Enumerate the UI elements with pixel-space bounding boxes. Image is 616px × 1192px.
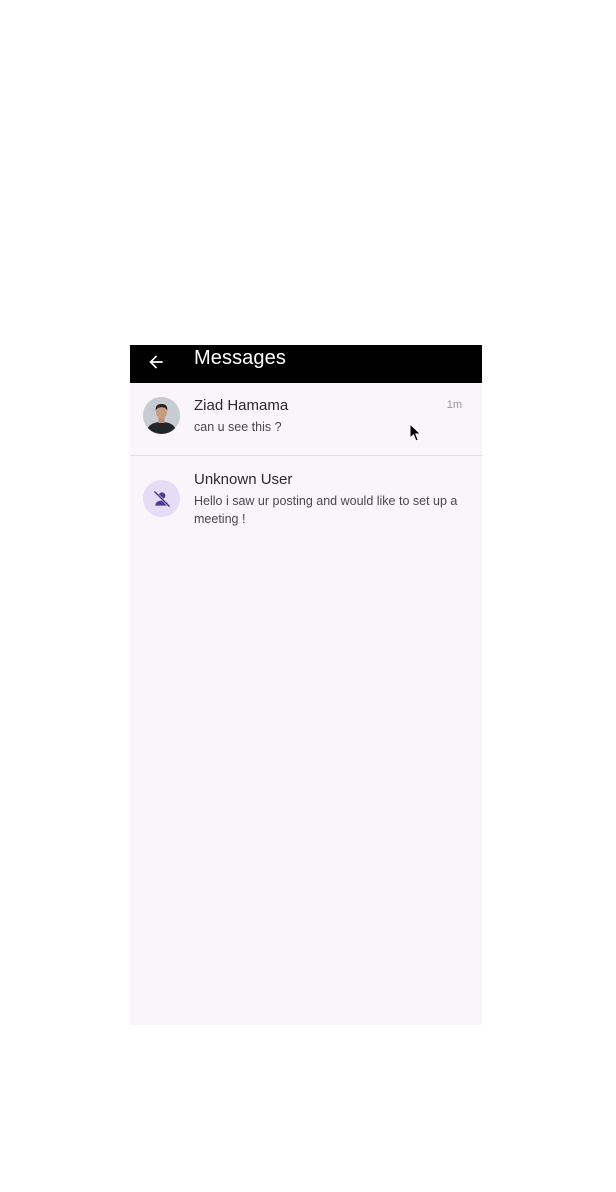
message-preview: can u see this ? [194, 420, 282, 434]
unknown-user-icon [153, 490, 170, 507]
avatar [143, 397, 180, 434]
arrow-left-icon [149, 355, 163, 369]
message-time: 1m [446, 399, 462, 411]
back-button[interactable] [144, 350, 168, 374]
contact-name: Ziad Hamama [194, 397, 289, 414]
profile-photo-icon [143, 397, 180, 434]
app-bar: Messages [130, 345, 482, 383]
conversation-item-ziad[interactable]: Ziad Hamama can u see this ? 1m [130, 383, 482, 456]
page-title: Messages [194, 347, 286, 369]
conversation-item-unknown-user[interactable]: Unknown User Hello i saw ur posting and … [130, 456, 482, 546]
avatar [143, 480, 180, 517]
message-preview: Hello i saw ur posting and would like to… [194, 494, 458, 526]
contact-name: Unknown User [194, 471, 293, 488]
conversation-list: Ziad Hamama can u see this ? 1m Unknown … [130, 383, 482, 546]
messages-screen: Messages Ziad Hamama can u see this ? 1m [130, 345, 482, 1025]
